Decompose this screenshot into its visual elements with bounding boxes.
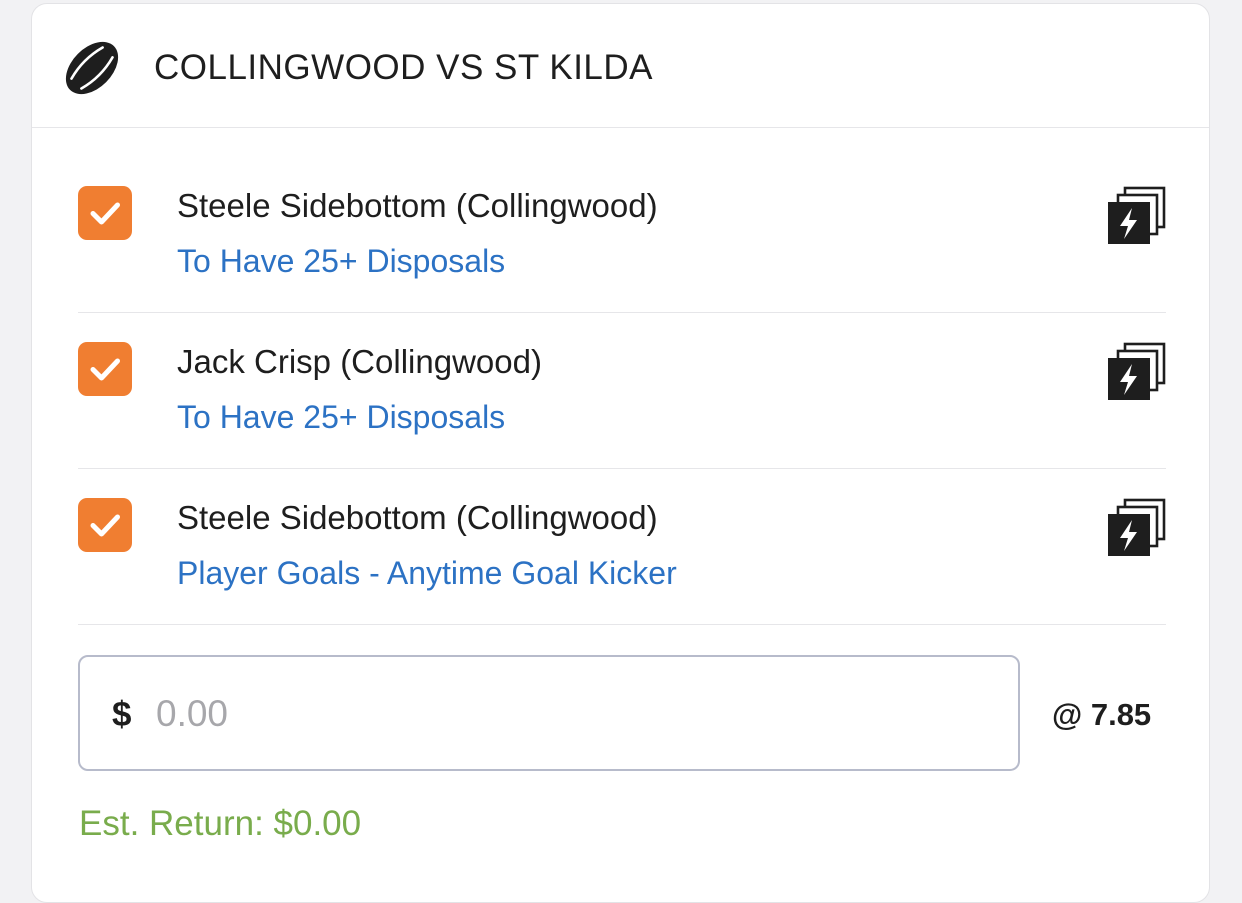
bet-leg: Steele Sidebottom (Collingwood) To Have … [78, 157, 1166, 313]
check-icon [90, 202, 120, 225]
player-name: Steele Sidebottom (Collingwood) [177, 499, 658, 536]
estimated-return: Est. Return: $0.00 [79, 804, 362, 843]
check-icon [90, 514, 120, 537]
same-game-multi-icon[interactable] [1104, 183, 1168, 247]
stake-input-box[interactable]: $ [78, 655, 1020, 771]
leg-checkbox[interactable] [78, 186, 132, 240]
market-link[interactable]: To Have 25+ Disposals [177, 399, 505, 436]
check-icon [90, 358, 120, 381]
bet-leg: Steele Sidebottom (Collingwood) Player G… [78, 469, 1166, 625]
match-header: COLLINGWOOD VS ST KILDA [32, 4, 1209, 128]
bet-leg: Jack Crisp (Collingwood) To Have 25+ Dis… [78, 313, 1166, 469]
player-name: Jack Crisp (Collingwood) [177, 343, 542, 380]
currency-symbol: $ [112, 695, 132, 734]
market-link[interactable]: Player Goals - Anytime Goal Kicker [177, 555, 677, 592]
leg-checkbox[interactable] [78, 342, 132, 396]
odds-label: @ 7.85 [1052, 697, 1152, 732]
market-link[interactable]: To Have 25+ Disposals [177, 243, 505, 280]
stake-input[interactable] [156, 687, 976, 741]
player-name: Steele Sidebottom (Collingwood) [177, 187, 658, 224]
australian-football-icon [65, 41, 119, 95]
bet-card: COLLINGWOOD VS ST KILDA Steele Sidebotto… [31, 3, 1210, 903]
same-game-multi-icon[interactable] [1104, 339, 1168, 403]
leg-checkbox[interactable] [78, 498, 132, 552]
same-game-multi-icon[interactable] [1104, 495, 1168, 559]
match-title: COLLINGWOOD VS ST KILDA [154, 48, 654, 87]
